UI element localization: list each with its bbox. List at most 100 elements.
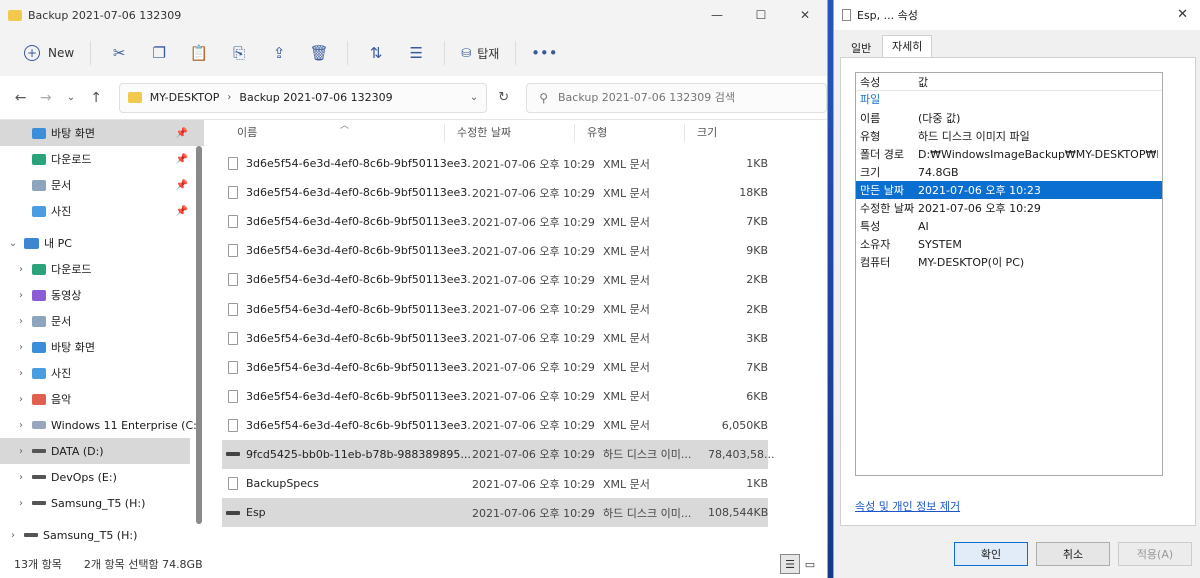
minimize-icon[interactable]: — (695, 0, 739, 30)
pin-icon[interactable]: 📌 (176, 154, 188, 165)
forward-icon[interactable]: → (33, 90, 58, 106)
thumbnail-view-icon[interactable]: ▭ (800, 554, 820, 574)
chevron-right-icon[interactable]: › (14, 342, 28, 353)
mount-button[interactable]: ⛁ 탑재 (453, 38, 507, 68)
table-row[interactable]: 3d6e5f54-6e3d-4ef0-8c6b-9bf50113ee3... 20… (222, 324, 768, 353)
details-view-icon[interactable]: ☰ (780, 554, 800, 574)
sidebar-item-drive-c[interactable]: › Windows 11 Enterprise (C:) (0, 412, 204, 438)
pin-icon[interactable]: 📌 (176, 206, 188, 217)
close-icon[interactable]: ✕ (1177, 7, 1188, 22)
tab-general[interactable]: 일반 (842, 38, 880, 58)
table-row[interactable]: 3d6e5f54-6e3d-4ef0-8c6b-9bf50113ee3... 20… (222, 207, 768, 236)
pin-icon[interactable]: 📌 (176, 180, 188, 191)
property-row[interactable]: 폴더 경로 D:₩WindowsImageBackup₩MY-DESKTOP₩Ba… (856, 145, 1162, 163)
chevron-right-icon[interactable]: › (227, 92, 231, 103)
sidebar-item-pictures[interactable]: › 사진 (0, 360, 204, 386)
chevron-right-icon[interactable]: › (14, 368, 28, 379)
table-row[interactable]: 3d6e5f54-6e3d-4ef0-8c6b-9bf50113ee3... 20… (222, 353, 768, 382)
cut-icon[interactable]: ✂ (99, 38, 139, 68)
column-header-date[interactable]: 수정한 날짜 (445, 124, 575, 142)
table-row[interactable]: 3d6e5f54-6e3d-4ef0-8c6b-9bf50113ee3... 20… (222, 294, 768, 323)
sidebar-item-downloads[interactable]: › 다운로드 (0, 256, 204, 282)
copy-icon[interactable]: ❐ (139, 38, 179, 68)
sort-icon[interactable]: ⇅ (356, 38, 396, 68)
sidebar-item-samsung-external[interactable]: › Samsung_T5 (H:) (0, 522, 204, 548)
sidebar-scrollbar[interactable] (196, 146, 202, 524)
chevron-right-icon[interactable]: › (14, 472, 28, 483)
header-property[interactable]: 속성 (856, 74, 918, 90)
table-row[interactable]: 9fcd5425-bb0b-11eb-b78b-988389895... 2021… (222, 439, 774, 470)
property-row[interactable]: 소유자 SYSTEM (856, 235, 1162, 253)
column-header-size[interactable]: 크기 (685, 124, 767, 142)
recent-dropdown-icon[interactable]: ⌄ (58, 92, 83, 103)
paste-icon[interactable]: 📋 (179, 38, 219, 68)
header-value[interactable]: 값 (918, 74, 928, 90)
property-row[interactable]: 크기 74.8GB (856, 163, 1162, 181)
share-icon[interactable]: ⇪ (259, 38, 299, 68)
sidebar-item-downloads-quick[interactable]: 다운로드 📌 (0, 146, 204, 172)
new-button[interactable]: + New (16, 38, 82, 68)
column-header-name[interactable]: 이름 (205, 124, 445, 142)
tab-details[interactable]: 자세히 (882, 35, 933, 57)
pin-icon[interactable]: 📌 (176, 128, 188, 139)
property-row[interactable]: 이름 (다중 값) (856, 109, 1162, 127)
chevron-down-icon[interactable]: ⌄ (470, 92, 478, 103)
table-row[interactable]: 3d6e5f54-6e3d-4ef0-8c6b-9bf50113ee3... 20… (222, 382, 768, 411)
mount-label: 탑재 (477, 46, 500, 61)
sidebar-item-drive-e[interactable]: › DevOps (E:) (0, 464, 204, 490)
table-row[interactable]: 3d6e5f54-6e3d-4ef0-8c6b-9bf50113ee3... 20… (222, 149, 768, 178)
address-bar[interactable]: MY-DESKTOP › Backup 2021-07-06 132309 ⌄ (118, 82, 488, 113)
column-header-type[interactable]: 유형 (575, 124, 685, 142)
chevron-right-icon[interactable]: › (14, 446, 28, 457)
chevron-right-icon[interactable]: › (14, 316, 28, 327)
chevron-down-icon[interactable]: ⌄ (6, 238, 20, 249)
table-row[interactable]: 3d6e5f54-6e3d-4ef0-8c6b-9bf50113ee3... 20… (222, 236, 768, 265)
view-icon[interactable]: ☰ (396, 38, 436, 68)
property-row[interactable]: 만든 날짜 2021-07-06 오후 10:23 (856, 181, 1162, 199)
sidebar-item-music[interactable]: › 음악 (0, 386, 204, 412)
breadcrumb-pc[interactable]: MY-DESKTOP (150, 91, 220, 104)
sidebar-item-desktop-quick[interactable]: 바탕 화면 📌 (0, 120, 204, 146)
chevron-right-icon[interactable]: › (14, 498, 28, 509)
table-row[interactable]: Esp 2021-07-06 오후 10:29 하드 디스크 이미... 108,54… (222, 498, 768, 528)
property-row[interactable]: 유형 하드 디스크 이미지 파일 (856, 127, 1162, 145)
search-box[interactable]: ⚲ (526, 82, 827, 113)
sidebar-item-documents[interactable]: › 문서 (0, 308, 204, 334)
chevron-right-icon[interactable]: › (14, 394, 28, 405)
table-row[interactable]: 3d6e5f54-6e3d-4ef0-8c6b-9bf50113ee3... 20… (222, 265, 768, 294)
table-row[interactable]: 3d6e5f54-6e3d-4ef0-8c6b-9bf50113ee3... 20… (222, 178, 768, 207)
up-icon[interactable]: ↑ (84, 90, 109, 106)
property-row[interactable]: 컴퓨터 MY-DESKTOP(이 PC) (856, 253, 1162, 271)
refresh-icon[interactable]: ↻ (487, 90, 520, 105)
sidebar-item-desktop[interactable]: › 바탕 화면 (0, 334, 204, 360)
chevron-right-icon[interactable]: › (14, 420, 28, 431)
sidebar-item-videos[interactable]: › 동영상 (0, 282, 204, 308)
chevron-right-icon[interactable]: › (14, 290, 28, 301)
sidebar-item-this-pc[interactable]: ⌄ 내 PC (0, 230, 204, 256)
table-row[interactable]: BackupSpecs 2021-07-06 오후 10:29 XML 문서 1KB (222, 469, 768, 498)
sidebar-item-drive-h[interactable]: › Samsung_T5 (H:) (0, 490, 204, 516)
sidebar-item-documents-quick[interactable]: 문서 📌 (0, 172, 204, 198)
sidebar-item-drive-d[interactable]: › DATA (D:) (0, 438, 190, 464)
maximize-icon[interactable]: ☐ (739, 0, 783, 30)
more-options-icon[interactable]: ••• (524, 38, 564, 68)
property-row[interactable]: 특성 AI (856, 217, 1162, 235)
dialog-titlebar: Esp, ... 속성 (834, 0, 1200, 30)
back-icon[interactable]: ← (8, 90, 33, 106)
drive-icon (32, 501, 46, 505)
remove-properties-link[interactable]: 속성 및 개인 정보 제거 (855, 498, 960, 514)
table-row[interactable]: 3d6e5f54-6e3d-4ef0-8c6b-9bf50113ee3... 20… (222, 411, 768, 440)
file-date: 2021-07-06 오후 10:29 (472, 273, 595, 287)
cancel-button[interactable]: 취소 (1036, 542, 1110, 566)
chevron-right-icon[interactable]: › (14, 264, 28, 275)
property-row[interactable]: 수정한 날짜 2021-07-06 오후 10:29 (856, 199, 1162, 217)
sidebar-item-pictures-quick[interactable]: 사진 📌 (0, 198, 204, 224)
search-input[interactable] (557, 91, 808, 104)
ok-button[interactable]: 확인 (954, 542, 1028, 566)
breadcrumb-folder[interactable]: Backup 2021-07-06 132309 (239, 91, 392, 104)
apply-button[interactable]: 적용(A) (1118, 542, 1192, 566)
chevron-right-icon[interactable]: › (6, 530, 20, 541)
close-icon[interactable]: ✕ (783, 0, 827, 30)
delete-icon[interactable]: 🗑 (299, 38, 339, 68)
rename-icon[interactable]: ⎘ (219, 38, 259, 68)
